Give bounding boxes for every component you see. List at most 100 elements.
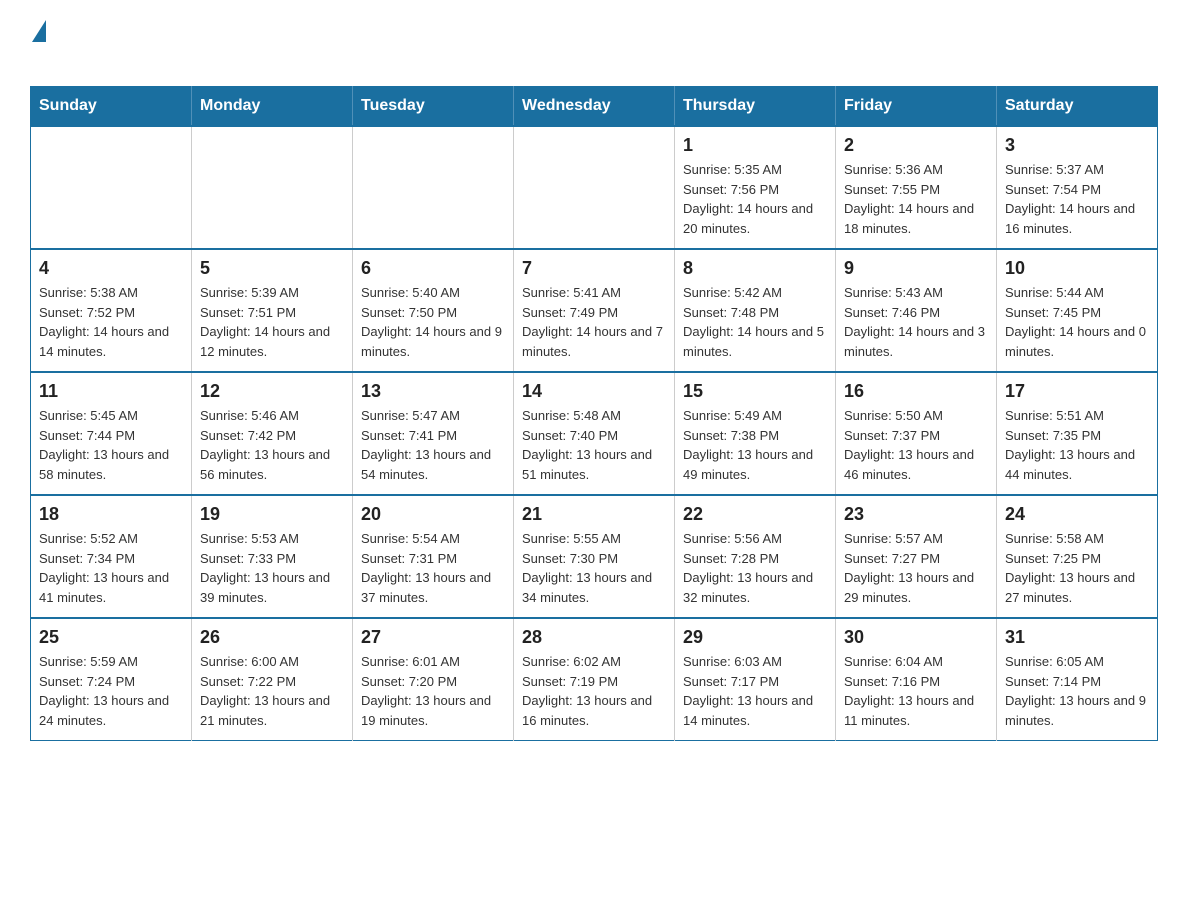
day-info-line: Sunset: 7:41 PM: [361, 426, 505, 446]
calendar-day-29: 29Sunrise: 6:03 AMSunset: 7:17 PMDayligh…: [675, 618, 836, 741]
day-info-line: Sunrise: 6:03 AM: [683, 652, 827, 672]
calendar-day-1: 1Sunrise: 5:35 AMSunset: 7:56 PMDaylight…: [675, 126, 836, 249]
day-info-line: Sunrise: 5:54 AM: [361, 529, 505, 549]
calendar-day-2: 2Sunrise: 5:36 AMSunset: 7:55 PMDaylight…: [836, 126, 997, 249]
calendar-day-18: 18Sunrise: 5:52 AMSunset: 7:34 PMDayligh…: [31, 495, 192, 618]
day-info-line: Daylight: 13 hours and 16 minutes.: [522, 691, 666, 730]
calendar-header-sunday: Sunday: [31, 87, 192, 127]
day-info-line: Daylight: 13 hours and 14 minutes.: [683, 691, 827, 730]
day-info-line: Sunset: 7:55 PM: [844, 180, 988, 200]
day-info-line: Sunrise: 6:00 AM: [200, 652, 344, 672]
calendar-table: SundayMondayTuesdayWednesdayThursdayFrid…: [30, 86, 1158, 741]
day-info-line: Sunset: 7:30 PM: [522, 549, 666, 569]
day-number: 17: [1005, 381, 1149, 402]
day-info-line: Sunrise: 5:35 AM: [683, 160, 827, 180]
calendar-day-5: 5Sunrise: 5:39 AMSunset: 7:51 PMDaylight…: [192, 249, 353, 372]
calendar-empty-cell: [514, 126, 675, 249]
calendar-day-23: 23Sunrise: 5:57 AMSunset: 7:27 PMDayligh…: [836, 495, 997, 618]
calendar-empty-cell: [353, 126, 514, 249]
day-info-line: Sunset: 7:46 PM: [844, 303, 988, 323]
calendar-week-row: 1Sunrise: 5:35 AMSunset: 7:56 PMDaylight…: [31, 126, 1158, 249]
calendar-header-thursday: Thursday: [675, 87, 836, 127]
day-info-line: Sunrise: 5:49 AM: [683, 406, 827, 426]
day-info-line: Daylight: 13 hours and 9 minutes.: [1005, 691, 1149, 730]
day-info-line: Sunrise: 5:53 AM: [200, 529, 344, 549]
day-info-line: Daylight: 13 hours and 56 minutes.: [200, 445, 344, 484]
day-info-line: Sunrise: 5:41 AM: [522, 283, 666, 303]
day-number: 7: [522, 258, 666, 279]
calendar-day-25: 25Sunrise: 5:59 AMSunset: 7:24 PMDayligh…: [31, 618, 192, 741]
day-info-line: Daylight: 14 hours and 3 minutes.: [844, 322, 988, 361]
day-number: 18: [39, 504, 183, 525]
day-info-line: Sunrise: 6:02 AM: [522, 652, 666, 672]
calendar-day-22: 22Sunrise: 5:56 AMSunset: 7:28 PMDayligh…: [675, 495, 836, 618]
day-info-line: Sunset: 7:17 PM: [683, 672, 827, 692]
day-number: 28: [522, 627, 666, 648]
day-info-line: Sunset: 7:42 PM: [200, 426, 344, 446]
day-info-line: Sunset: 7:24 PM: [39, 672, 183, 692]
day-info-line: Daylight: 14 hours and 5 minutes.: [683, 322, 827, 361]
day-info-line: Sunrise: 5:50 AM: [844, 406, 988, 426]
day-info-line: Daylight: 14 hours and 16 minutes.: [1005, 199, 1149, 238]
day-info-line: Sunrise: 6:01 AM: [361, 652, 505, 672]
day-number: 4: [39, 258, 183, 279]
day-info-line: Daylight: 13 hours and 21 minutes.: [200, 691, 344, 730]
day-info-line: Daylight: 13 hours and 37 minutes.: [361, 568, 505, 607]
day-info-line: Sunset: 7:37 PM: [844, 426, 988, 446]
calendar-day-4: 4Sunrise: 5:38 AMSunset: 7:52 PMDaylight…: [31, 249, 192, 372]
day-info-line: Sunset: 7:35 PM: [1005, 426, 1149, 446]
calendar-header-row: SundayMondayTuesdayWednesdayThursdayFrid…: [31, 87, 1158, 127]
day-info-line: Sunrise: 6:05 AM: [1005, 652, 1149, 672]
day-info-line: Daylight: 14 hours and 0 minutes.: [1005, 322, 1149, 361]
day-info-line: Daylight: 13 hours and 11 minutes.: [844, 691, 988, 730]
day-info-line: Sunrise: 6:04 AM: [844, 652, 988, 672]
day-number: 16: [844, 381, 988, 402]
day-info-line: Sunset: 7:20 PM: [361, 672, 505, 692]
day-number: 30: [844, 627, 988, 648]
day-info-line: Daylight: 13 hours and 49 minutes.: [683, 445, 827, 484]
day-info-line: Daylight: 13 hours and 51 minutes.: [522, 445, 666, 484]
calendar-day-24: 24Sunrise: 5:58 AMSunset: 7:25 PMDayligh…: [997, 495, 1158, 618]
day-info-line: Daylight: 13 hours and 32 minutes.: [683, 568, 827, 607]
day-info-line: Daylight: 14 hours and 18 minutes.: [844, 199, 988, 238]
calendar-day-3: 3Sunrise: 5:37 AMSunset: 7:54 PMDaylight…: [997, 126, 1158, 249]
day-info-line: Sunset: 7:34 PM: [39, 549, 183, 569]
day-info-line: Daylight: 13 hours and 58 minutes.: [39, 445, 183, 484]
day-info-line: Sunrise: 5:45 AM: [39, 406, 183, 426]
calendar-header-saturday: Saturday: [997, 87, 1158, 127]
day-info-line: Sunset: 7:51 PM: [200, 303, 344, 323]
day-number: 5: [200, 258, 344, 279]
day-info-line: Sunrise: 5:44 AM: [1005, 283, 1149, 303]
day-info-line: Sunrise: 5:56 AM: [683, 529, 827, 549]
day-info-line: Daylight: 13 hours and 24 minutes.: [39, 691, 183, 730]
calendar-day-27: 27Sunrise: 6:01 AMSunset: 7:20 PMDayligh…: [353, 618, 514, 741]
logo-triangle-icon: [32, 20, 46, 42]
day-info-line: Daylight: 13 hours and 29 minutes.: [844, 568, 988, 607]
day-number: 3: [1005, 135, 1149, 156]
calendar-day-28: 28Sunrise: 6:02 AMSunset: 7:19 PMDayligh…: [514, 618, 675, 741]
day-number: 19: [200, 504, 344, 525]
day-info-line: Sunrise: 5:59 AM: [39, 652, 183, 672]
calendar-empty-cell: [192, 126, 353, 249]
day-info-line: Daylight: 13 hours and 39 minutes.: [200, 568, 344, 607]
calendar-day-7: 7Sunrise: 5:41 AMSunset: 7:49 PMDaylight…: [514, 249, 675, 372]
day-info-line: Sunset: 7:38 PM: [683, 426, 827, 446]
day-number: 23: [844, 504, 988, 525]
day-info-line: Daylight: 14 hours and 14 minutes.: [39, 322, 183, 361]
day-info-line: Sunrise: 5:47 AM: [361, 406, 505, 426]
day-info-line: Sunrise: 5:52 AM: [39, 529, 183, 549]
day-number: 10: [1005, 258, 1149, 279]
day-info-line: Sunrise: 5:37 AM: [1005, 160, 1149, 180]
day-info-line: Sunset: 7:56 PM: [683, 180, 827, 200]
calendar-day-31: 31Sunrise: 6:05 AMSunset: 7:14 PMDayligh…: [997, 618, 1158, 741]
day-info-line: Sunset: 7:16 PM: [844, 672, 988, 692]
day-number: 15: [683, 381, 827, 402]
calendar-day-9: 9Sunrise: 5:43 AMSunset: 7:46 PMDaylight…: [836, 249, 997, 372]
day-info-line: Daylight: 13 hours and 34 minutes.: [522, 568, 666, 607]
day-info-line: Sunrise: 5:58 AM: [1005, 529, 1149, 549]
calendar-day-17: 17Sunrise: 5:51 AMSunset: 7:35 PMDayligh…: [997, 372, 1158, 495]
calendar-day-30: 30 Sunrise: 6:04 AMSunset: 7:16 PMDayligh…: [836, 618, 997, 741]
calendar-day-12: 12Sunrise: 5:46 AMSunset: 7:42 PMDayligh…: [192, 372, 353, 495]
calendar-week-row: 25Sunrise: 5:59 AMSunset: 7:24 PMDayligh…: [31, 618, 1158, 741]
day-info-line: Daylight: 13 hours and 19 minutes.: [361, 691, 505, 730]
